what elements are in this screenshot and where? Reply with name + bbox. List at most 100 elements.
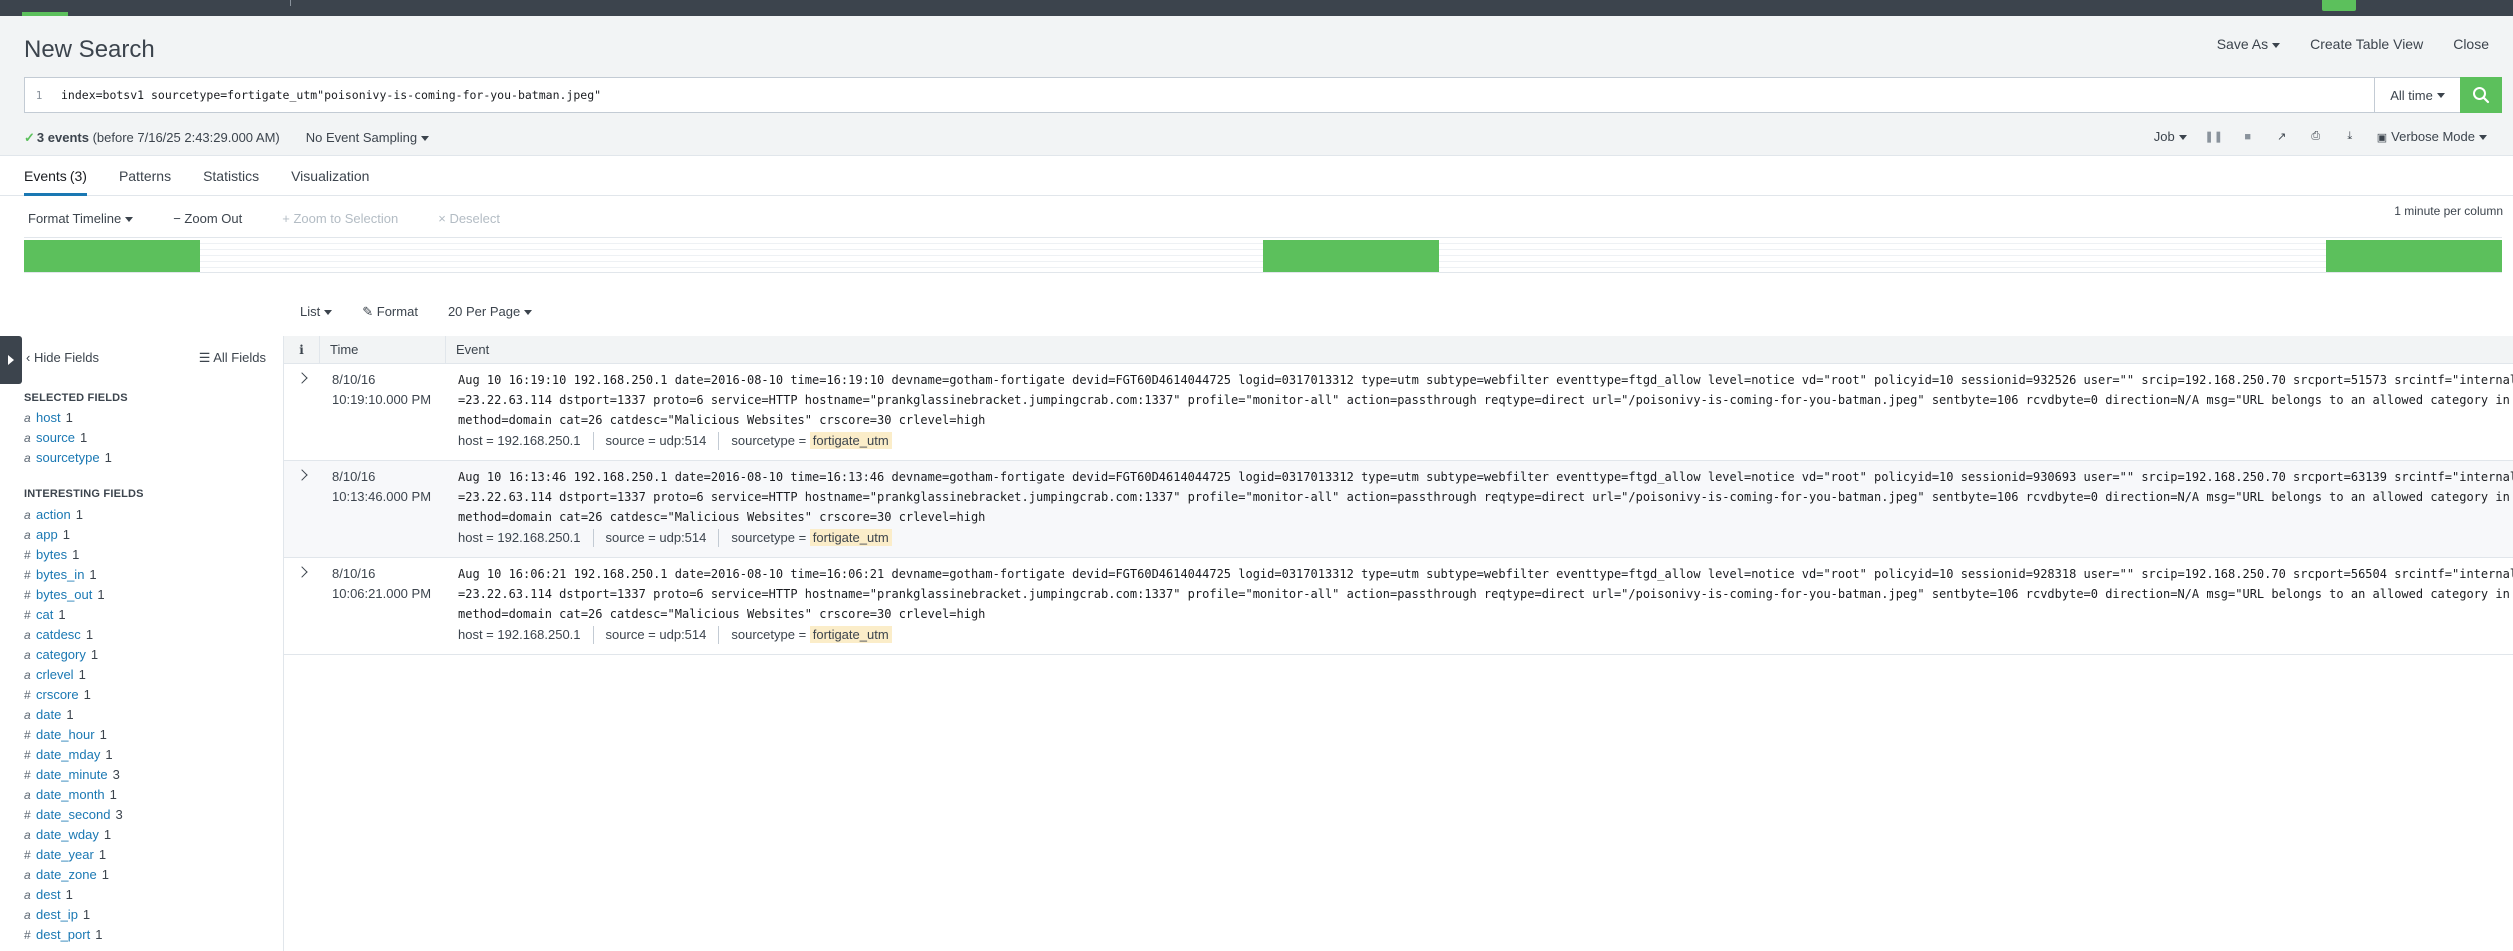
event-host[interactable]: host = 192.168.250.1 (458, 529, 593, 547)
zoom-out-button[interactable]: − Zoom Out (173, 211, 242, 226)
sidebar-field-date-year[interactable]: # date_year 1 (24, 846, 106, 864)
numeric-type-icon: # (24, 688, 31, 702)
event-sampling-dropdown[interactable]: No Event Sampling (306, 130, 430, 146)
sidebar-field-host[interactable]: a host 1 (24, 409, 73, 427)
event-raw-text[interactable]: Aug 10 16:06:21 192.168.250.1 date=2016-… (458, 564, 2513, 624)
format-label: Format (376, 304, 418, 319)
field-name: bytes_in (36, 567, 85, 582)
timeline-bar[interactable] (2326, 240, 2502, 272)
chevron-right-icon[interactable] (296, 372, 308, 384)
field-name: category (36, 647, 86, 662)
sidebar-field-bytes[interactable]: # bytes 1 (24, 546, 79, 564)
event-host[interactable]: host = 192.168.250.1 (458, 432, 593, 450)
event-source-value: udp:514 (659, 433, 707, 448)
event-source[interactable]: source = udp:514 (592, 432, 719, 450)
event-line: =23.22.63.114 dstport=1337 proto=6 servi… (458, 587, 2513, 601)
format-button[interactable]: ✎ Format (362, 304, 418, 320)
event-clock: 10:06:21.000 PM (332, 586, 432, 601)
search-input[interactable]: index=botsv1 sourcetype=fortigate_utm"po… (53, 88, 2374, 102)
time-column-header[interactable]: Time (320, 336, 446, 363)
sidebar-field-date-second[interactable]: # date_second 3 (24, 806, 123, 824)
event-sourcetype[interactable]: sourcetype = fortigate_utm (718, 626, 903, 644)
sidebar-field-date-wday[interactable]: a date_wday 1 (24, 826, 111, 844)
sidebar-field-date-mday[interactable]: # date_mday 1 (24, 746, 113, 764)
sidebar-field-action[interactable]: a action 1 (24, 506, 83, 524)
sidebar-field-date-month[interactable]: a date_month 1 (24, 786, 117, 804)
sidebar-field-catdesc[interactable]: a catdesc 1 (24, 626, 93, 644)
chevron-right-icon[interactable] (296, 566, 308, 578)
deselect-button[interactable]: × Deselect (438, 211, 500, 226)
format-timeline-dropdown[interactable]: Format Timeline (28, 211, 134, 226)
search-bar[interactable]: 1 index=botsv1 sourcetype=fortigate_utm"… (24, 77, 2502, 113)
sidebar-field-date-minute[interactable]: # date_minute 3 (24, 766, 120, 784)
timeline-bar[interactable] (1263, 240, 1439, 272)
job-menu[interactable]: Job (2154, 129, 2187, 144)
event-source[interactable]: source = udp:514 (592, 529, 719, 547)
sidebar-field-bytes-out[interactable]: # bytes_out 1 (24, 586, 105, 604)
sidebar-field-dest-ip[interactable]: a dest_ip 1 (24, 906, 90, 924)
tab-events-count: (3) (69, 168, 87, 184)
tab-statistics[interactable]: Statistics (203, 156, 259, 196)
string-type-icon: a (24, 411, 31, 425)
event-clock: 10:13:46.000 PM (332, 489, 432, 504)
timeline-toolbar: Format Timeline − Zoom Out + Zoom to Sel… (0, 198, 2513, 238)
sidebar-field-date[interactable]: a date 1 (24, 706, 74, 724)
sidebar-field-bytes-in[interactable]: # bytes_in 1 (24, 566, 97, 584)
selected-fields-title: SELECTED FIELDS (24, 392, 128, 404)
topbar-green-button[interactable] (2322, 0, 2356, 11)
event-raw-text[interactable]: Aug 10 16:19:10 192.168.250.1 date=2016-… (458, 370, 2513, 430)
event-date: 8/10/16 (332, 566, 376, 581)
sidebar-field-cat[interactable]: # cat 1 (24, 606, 66, 624)
chevron-right-icon[interactable] (296, 469, 308, 481)
header-actions: Save As Create Table View Close (2217, 36, 2489, 52)
stop-icon[interactable]: ■ (2241, 130, 2255, 144)
search-header: New Search Save As Create Table View Clo… (0, 16, 2513, 156)
field-name: crlevel (36, 667, 74, 682)
sidebar-field-crlevel[interactable]: a crlevel 1 (24, 666, 86, 684)
sidebar-field-date-zone[interactable]: a date_zone 1 (24, 866, 109, 884)
sidebar-field-dest-port[interactable]: # dest_port 1 (24, 926, 102, 944)
sidebar-field-app[interactable]: a app 1 (24, 526, 70, 544)
close-button[interactable]: Close (2453, 36, 2489, 52)
time-range-picker[interactable]: All time (2374, 78, 2460, 112)
all-fields-button[interactable]: ☰ All Fields (199, 350, 266, 366)
field-count: 1 (99, 727, 107, 742)
event-count: ✓ 3 events (before 7/16/25 2:43:29.000 AM… (24, 130, 280, 145)
chevron-left-icon: ‹ (26, 350, 34, 365)
print-icon[interactable]: ⎙ (2309, 130, 2323, 144)
event-metadata: host = 192.168.250.1 source = udp:514 sour… (458, 432, 904, 450)
field-count: 1 (89, 567, 97, 582)
event-source[interactable]: source = udp:514 (592, 626, 719, 644)
zoom-to-selection-button[interactable]: + Zoom to Selection (282, 211, 398, 226)
timeline-chart[interactable] (24, 237, 2502, 273)
sidebar-field-crscore[interactable]: # crscore 1 (24, 686, 91, 704)
share-icon[interactable]: ↗ (2275, 130, 2289, 144)
info-column-header: i (284, 336, 320, 363)
sidebar-field-dest[interactable]: a dest 1 (24, 886, 73, 904)
event-sourcetype[interactable]: sourcetype = fortigate_utm (718, 432, 903, 450)
pause-icon[interactable]: ❚❚ (2205, 130, 2223, 144)
event-host[interactable]: host = 192.168.250.1 (458, 626, 593, 644)
hide-fields-button[interactable]: ‹ Hide Fields (26, 350, 99, 366)
tab-patterns[interactable]: Patterns (119, 156, 171, 196)
export-icon[interactable]: ⤓ (2343, 130, 2357, 144)
tab-events[interactable]: Events (3) (24, 156, 87, 196)
event-sourcetype[interactable]: sourcetype = fortigate_utm (718, 529, 903, 547)
save-as-button[interactable]: Save As (2217, 36, 2281, 52)
sidebar-field-sourcetype[interactable]: a sourcetype 1 (24, 449, 112, 467)
list-view-dropdown[interactable]: List (300, 304, 333, 320)
event-row: 8/10/16 10:13:46.000 PM Aug 10 16:13:46 19… (284, 461, 2513, 558)
timeline-bar[interactable] (24, 240, 200, 272)
sidebar-field-source[interactable]: a source 1 (24, 429, 87, 447)
event-line: =23.22.63.114 dstport=1337 proto=6 servi… (458, 393, 2513, 407)
event-raw-text[interactable]: Aug 10 16:13:46 192.168.250.1 date=2016-… (458, 467, 2513, 527)
create-table-view-button[interactable]: Create Table View (2310, 36, 2423, 52)
page-title: New Search (24, 36, 155, 63)
search-button[interactable] (2460, 77, 2502, 113)
search-mode-dropdown[interactable]: ▣ Verbose Mode (2377, 129, 2487, 144)
sidebar-field-category[interactable]: a category 1 (24, 646, 98, 664)
tab-visualization[interactable]: Visualization (291, 156, 369, 196)
sidebar-field-date-hour[interactable]: # date_hour 1 (24, 726, 107, 744)
field-count: 1 (58, 607, 66, 622)
per-page-dropdown[interactable]: 20 Per Page (448, 304, 533, 320)
